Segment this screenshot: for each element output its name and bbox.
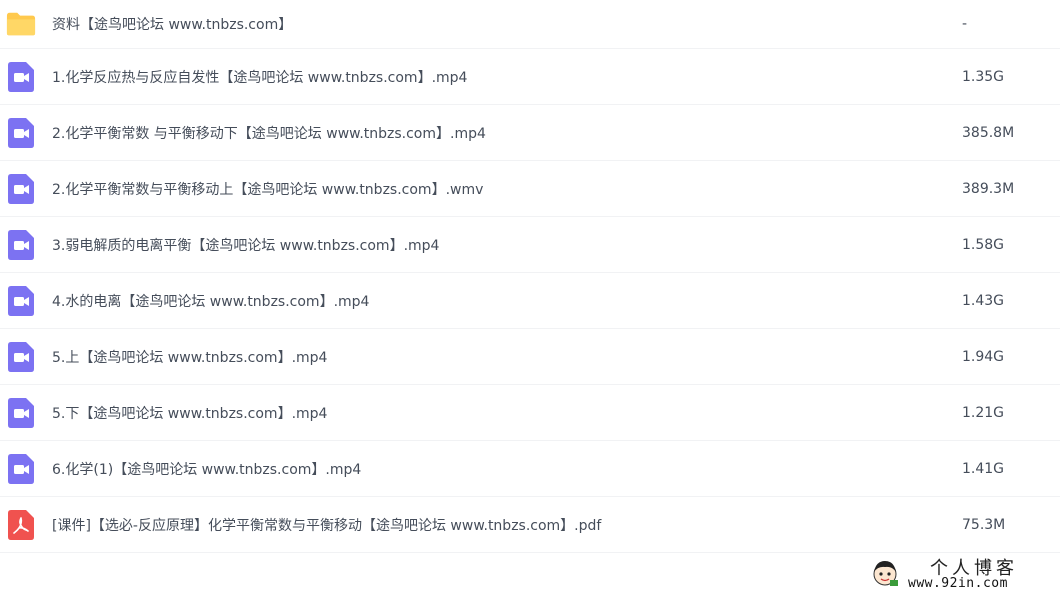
- file-name[interactable]: 6.化学(1)【途鸟吧论坛 www.tnbzs.com】.mp4: [52, 459, 361, 479]
- file-size: 385.8M: [962, 124, 1015, 141]
- file-row[interactable]: 5.上【途鸟吧论坛 www.tnbzs.com】.mp4 1.94G: [0, 329, 1060, 385]
- video-icon: [6, 397, 36, 428]
- folder-icon: [6, 9, 36, 39]
- file-name[interactable]: [课件]【选必-反应原理】化学平衡常数与平衡移动【途鸟吧论坛 www.tnbzs…: [52, 515, 601, 535]
- file-row[interactable]: 2.化学平衡常数 与平衡移动下【途鸟吧论坛 www.tnbzs.com】.mp4…: [0, 105, 1060, 161]
- watermark: 个人博客 www.92in.com: [868, 554, 1058, 594]
- file-size: -: [962, 16, 968, 32]
- file-row[interactable]: 2.化学平衡常数与平衡移动上【途鸟吧论坛 www.tnbzs.com】.wmv …: [0, 161, 1060, 217]
- file-row[interactable]: [课件]【选必-反应原理】化学平衡常数与平衡移动【途鸟吧论坛 www.tnbzs…: [0, 497, 1060, 553]
- file-size: 1.58G: [962, 236, 1005, 253]
- file-name[interactable]: 2.化学平衡常数与平衡移动上【途鸟吧论坛 www.tnbzs.com】.wmv: [52, 179, 483, 199]
- file-row[interactable]: 5.下【途鸟吧论坛 www.tnbzs.com】.mp4 1.21G: [0, 385, 1060, 441]
- video-icon: [6, 285, 36, 316]
- file-row[interactable]: 3.弱电解质的电离平衡【途鸟吧论坛 www.tnbzs.com】.mp4 1.5…: [0, 217, 1060, 273]
- file-name[interactable]: 2.化学平衡常数 与平衡移动下【途鸟吧论坛 www.tnbzs.com】.mp4: [52, 123, 486, 143]
- file-name[interactable]: 3.弱电解质的电离平衡【途鸟吧论坛 www.tnbzs.com】.mp4: [52, 235, 439, 255]
- video-icon: [6, 229, 36, 260]
- file-list: 资料【途鸟吧论坛 www.tnbzs.com】 - 1.化学反应热与反应自发性【…: [0, 0, 1060, 553]
- file-name[interactable]: 5.上【途鸟吧论坛 www.tnbzs.com】.mp4: [52, 347, 327, 367]
- file-row[interactable]: 4.水的电离【途鸟吧论坛 www.tnbzs.com】.mp4 1.43G: [0, 273, 1060, 329]
- file-name[interactable]: 4.水的电离【途鸟吧论坛 www.tnbzs.com】.mp4: [52, 291, 369, 311]
- file-row[interactable]: 资料【途鸟吧论坛 www.tnbzs.com】 -: [0, 0, 1060, 49]
- file-size: 1.43G: [962, 292, 1005, 309]
- file-size: 1.35G: [962, 68, 1005, 85]
- file-name[interactable]: 5.下【途鸟吧论坛 www.tnbzs.com】.mp4: [52, 403, 327, 423]
- file-row[interactable]: 1.化学反应热与反应自发性【途鸟吧论坛 www.tnbzs.com】.mp4 1…: [0, 49, 1060, 105]
- file-row[interactable]: 6.化学(1)【途鸟吧论坛 www.tnbzs.com】.mp4 1.41G: [0, 441, 1060, 497]
- file-size: 75.3M: [962, 516, 1006, 533]
- file-name[interactable]: 1.化学反应热与反应自发性【途鸟吧论坛 www.tnbzs.com】.mp4: [52, 67, 467, 87]
- cartoon-avatar-icon: [870, 558, 900, 588]
- pdf-icon: [6, 509, 36, 540]
- file-size: 1.94G: [962, 348, 1005, 365]
- video-icon: [6, 341, 36, 372]
- file-size: 1.21G: [962, 404, 1005, 421]
- file-name[interactable]: 资料【途鸟吧论坛 www.tnbzs.com】: [52, 14, 292, 34]
- file-size: 389.3M: [962, 180, 1015, 197]
- video-icon: [6, 453, 36, 484]
- file-size: 1.41G: [962, 460, 1005, 477]
- video-icon: [6, 117, 36, 148]
- watermark-url: www.92in.com: [908, 576, 1008, 591]
- video-icon: [6, 173, 36, 204]
- video-icon: [6, 61, 36, 92]
